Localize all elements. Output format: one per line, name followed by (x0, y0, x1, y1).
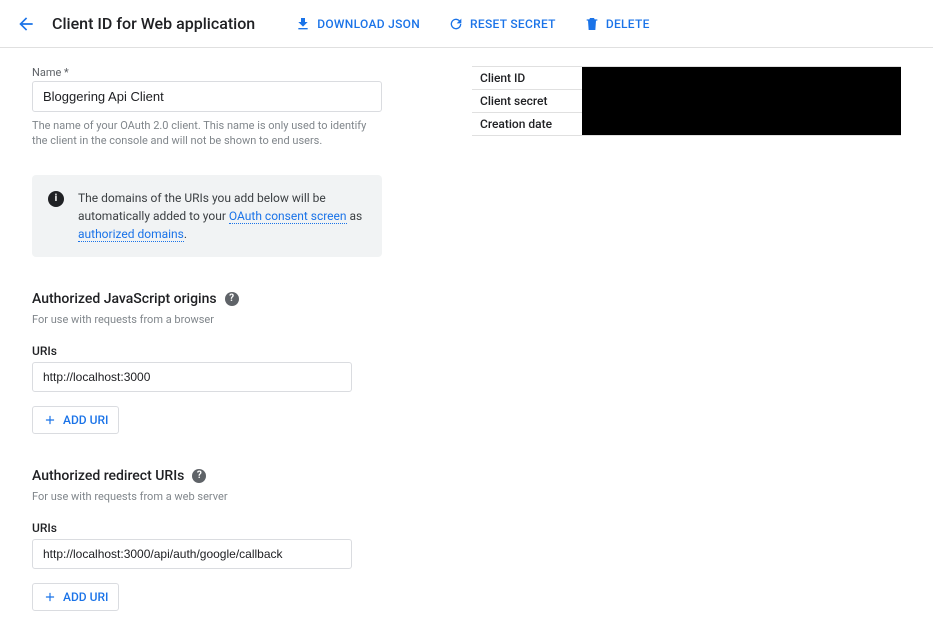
redacted-values (582, 67, 901, 136)
js-origins-section: Authorized JavaScript origins ? For use … (32, 291, 392, 434)
info-icon: i (48, 191, 64, 207)
info-text: The domains of the URIs you add below wi… (78, 189, 366, 243)
reset-secret-button[interactable]: RESET SECRET (448, 16, 556, 32)
client-details-table: Client ID Client secret Creation date (472, 66, 901, 136)
redirect-uris-title: Authorized redirect URIs ? (32, 468, 392, 484)
redirect-uris-section: Authorized redirect URIs ? For use with … (32, 468, 392, 611)
info-suffix: . (184, 227, 187, 241)
left-column: Name * The name of your OAuth 2.0 client… (32, 66, 392, 611)
page-title: Client ID for Web application (52, 14, 255, 33)
oauth-consent-link[interactable]: OAuth consent screen (229, 209, 347, 224)
add-js-uri-label: ADD URI (63, 413, 108, 427)
top-actions: DOWNLOAD JSON RESET SECRET DELETE (295, 16, 649, 32)
info-box: i The domains of the URIs you add below … (32, 175, 382, 257)
js-origins-title: Authorized JavaScript origins ? (32, 291, 392, 307)
add-js-uri-button[interactable]: ADD URI (32, 406, 119, 434)
delete-button[interactable]: DELETE (584, 16, 650, 32)
plus-icon (43, 590, 57, 604)
reset-label: RESET SECRET (470, 17, 556, 31)
help-icon[interactable]: ? (225, 292, 239, 306)
download-icon (295, 16, 311, 32)
back-button[interactable] (12, 10, 40, 38)
help-icon[interactable]: ? (192, 469, 206, 483)
content: Name * The name of your OAuth 2.0 client… (0, 48, 933, 629)
arrow-left-icon (16, 14, 36, 34)
table-row: Client ID (472, 67, 901, 90)
top-bar: Client ID for Web application DOWNLOAD J… (0, 0, 933, 48)
name-help: The name of your OAuth 2.0 client. This … (32, 118, 382, 149)
name-label: Name * (32, 66, 392, 79)
redirect-uris-label: URIs (32, 521, 392, 535)
authorized-domains-link[interactable]: authorized domains (78, 227, 184, 242)
delete-label: DELETE (606, 17, 650, 31)
download-json-button[interactable]: DOWNLOAD JSON (295, 16, 420, 32)
redirect-uri-input[interactable] (32, 539, 352, 569)
client-id-label: Client ID (472, 67, 582, 90)
refresh-icon (448, 16, 464, 32)
redirect-uris-title-text: Authorized redirect URIs (32, 468, 184, 484)
plus-icon (43, 413, 57, 427)
add-redirect-uri-label: ADD URI (63, 590, 108, 604)
client-secret-label: Client secret (472, 90, 582, 113)
redirect-uris-sub: For use with requests from a web server (32, 490, 392, 503)
download-label: DOWNLOAD JSON (317, 17, 420, 31)
info-mid: as (347, 209, 363, 223)
creation-date-label: Creation date (472, 113, 582, 136)
add-redirect-uri-button[interactable]: ADD URI (32, 583, 119, 611)
js-origins-sub: For use with requests from a browser (32, 313, 392, 326)
trash-icon (584, 16, 600, 32)
js-origins-title-text: Authorized JavaScript origins (32, 291, 217, 307)
js-uris-label: URIs (32, 344, 392, 358)
js-uri-input[interactable] (32, 362, 352, 392)
name-input[interactable] (32, 81, 382, 112)
right-column: Client ID Client secret Creation date (472, 66, 901, 611)
